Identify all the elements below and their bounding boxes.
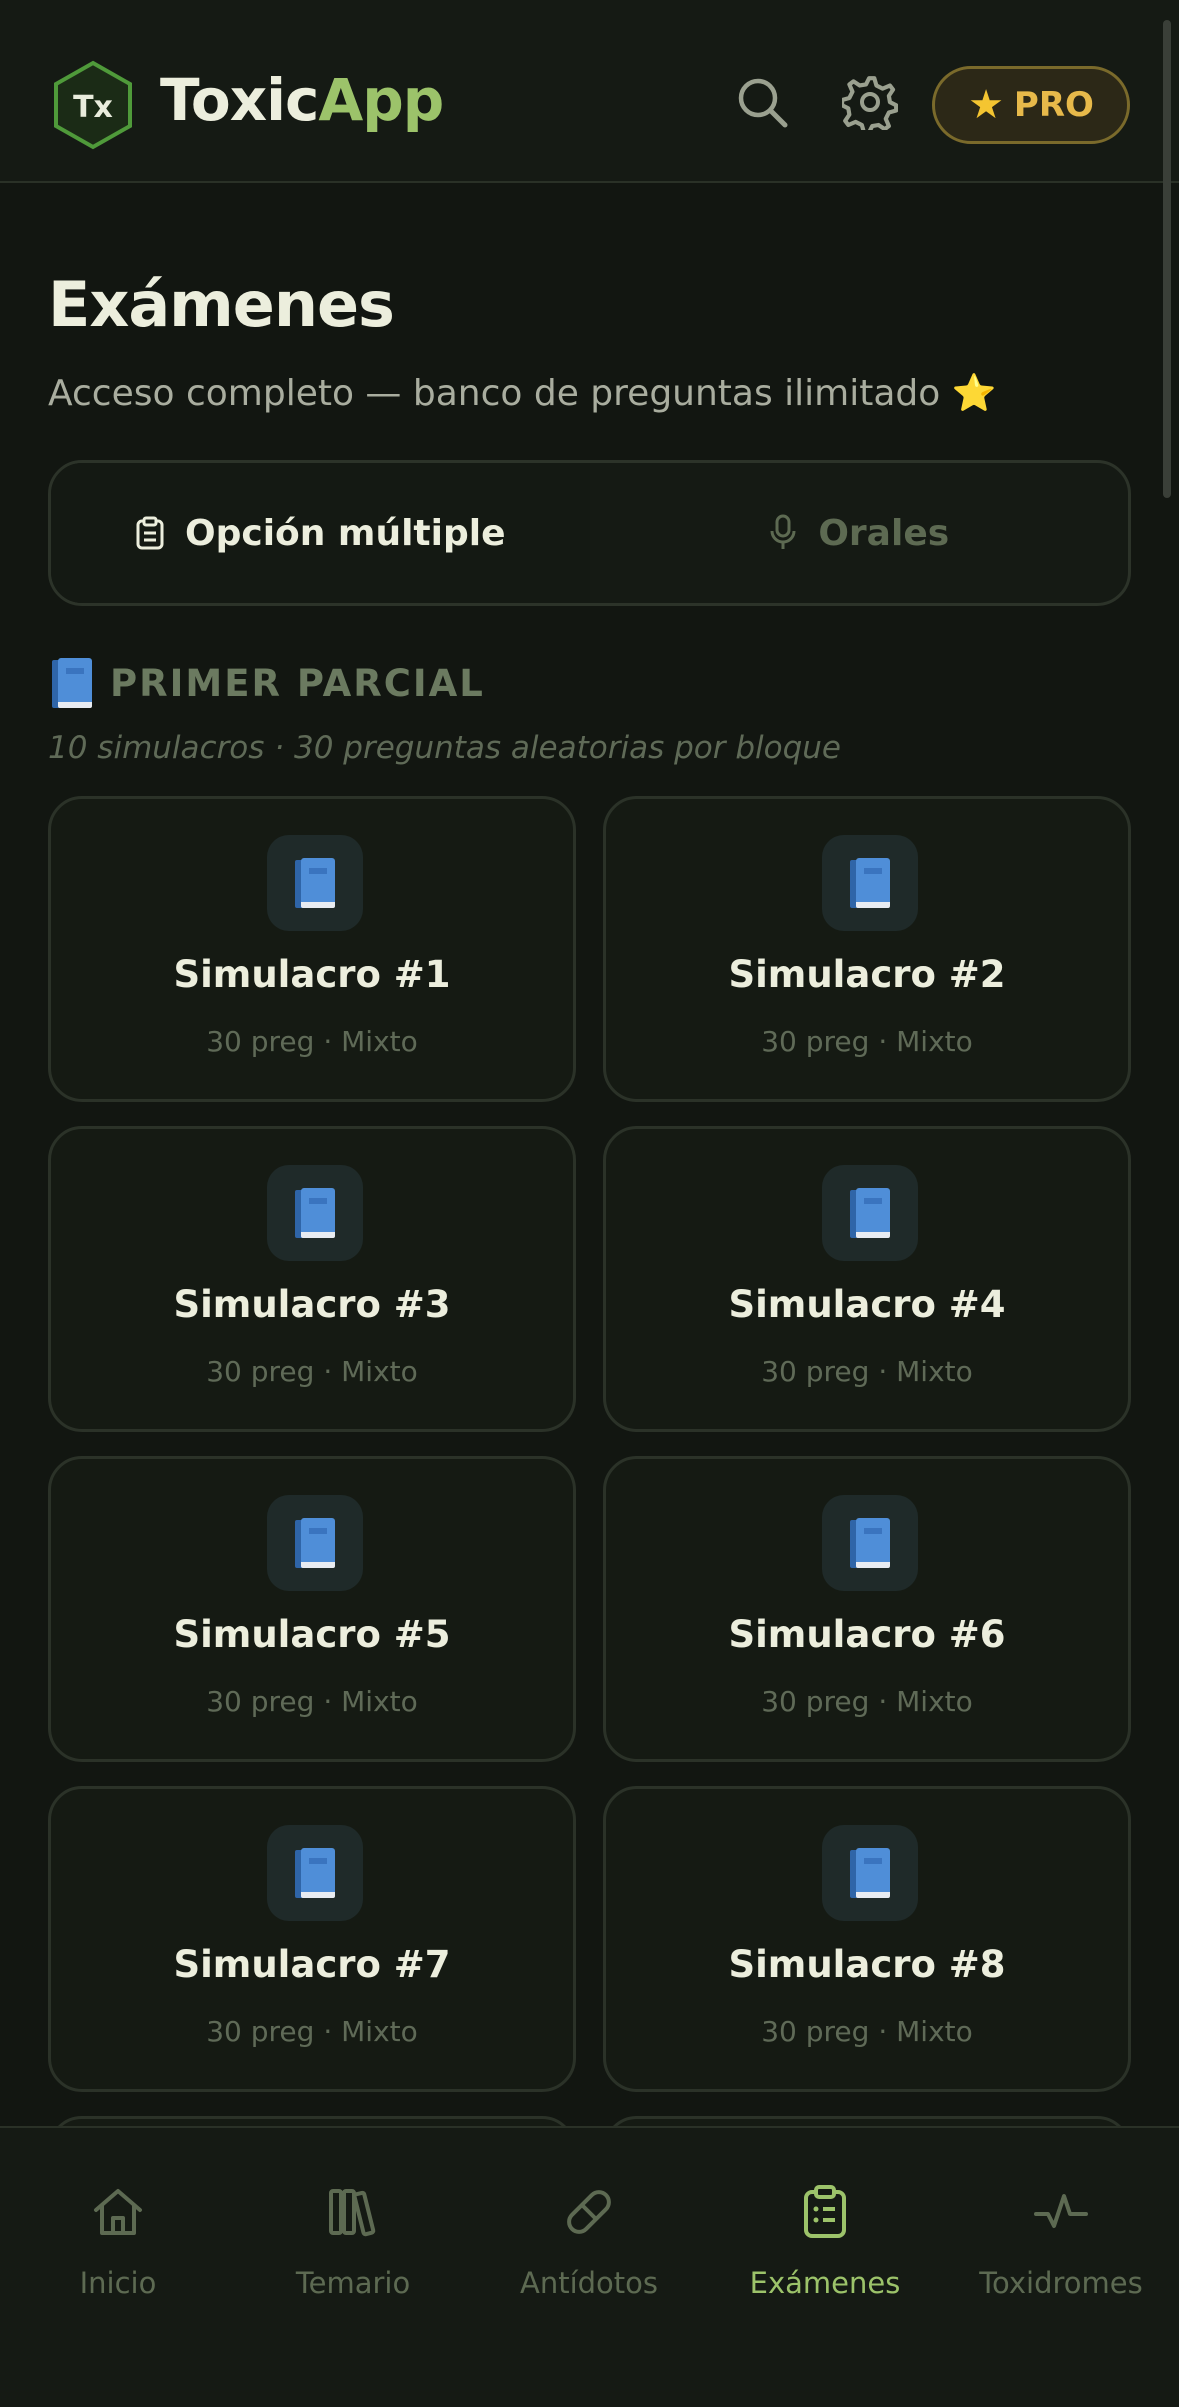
- nav-label: Antídotos: [519, 2266, 659, 2300]
- clipboard-icon: [804, 2185, 846, 2238]
- book-icon: [267, 835, 363, 931]
- app-logo-icon: Tx: [54, 60, 132, 150]
- card-meta: 30 preg · Mixto: [761, 1685, 973, 1718]
- section-title: PRIMER PARCIAL: [110, 661, 485, 705]
- page-subtitle-text: Acceso completo — banco de preguntas ili…: [48, 373, 941, 414]
- section-description: 10 simulacros · 30 preguntas aleatorias …: [48, 730, 841, 766]
- tab-label: Opción múltiple: [184, 512, 506, 554]
- book-icon: [822, 1825, 918, 1921]
- star-icon: ★: [968, 82, 1004, 128]
- pro-label: PRO: [1013, 85, 1094, 125]
- page-title: Exámenes: [48, 268, 395, 341]
- search-icon[interactable]: [734, 74, 790, 130]
- card-title: Simulacro #5: [173, 1613, 451, 1656]
- nav-item-antidotos[interactable]: Antídotos: [471, 2158, 707, 2300]
- simulacro-card[interactable]: Simulacro #1 30 preg · Mixto: [48, 796, 576, 1102]
- microphone-icon: [770, 514, 796, 549]
- book-icon: [822, 835, 918, 931]
- book-icon: [822, 1495, 918, 1591]
- card-title: Simulacro #2: [728, 953, 1006, 996]
- book-icon: [267, 1165, 363, 1261]
- books-icon: [329, 2189, 376, 2237]
- card-meta: 30 preg · Mixto: [206, 1025, 418, 1058]
- nav-label: Exámenes: [749, 2266, 901, 2300]
- book-icon: [267, 1825, 363, 1921]
- section-header: PRIMER PARCIAL: [52, 658, 485, 708]
- simulacro-card[interactable]: Simulacro #3 30 preg · Mixto: [48, 1126, 576, 1432]
- tab-orales[interactable]: Orales: [590, 463, 1129, 603]
- simulacro-card[interactable]: Simulacro #6 30 preg · Mixto: [603, 1456, 1131, 1762]
- card-meta: 30 preg · Mixto: [761, 1355, 973, 1388]
- card-title: Simulacro #4: [728, 1283, 1006, 1326]
- book-icon: [822, 1165, 918, 1261]
- card-meta: 30 preg · Mixto: [761, 1025, 973, 1058]
- nav-item-toxidromes[interactable]: Toxidromes: [943, 2158, 1179, 2300]
- simulacro-card[interactable]: Simulacro #7 30 preg · Mixto: [48, 1786, 576, 2092]
- simulacro-card[interactable]: Simulacro #4 30 preg · Mixto: [603, 1126, 1131, 1432]
- card-title: Simulacro #3: [173, 1283, 451, 1326]
- nav-item-inicio[interactable]: Inicio: [0, 2158, 236, 2300]
- tab-label: Orales: [818, 512, 950, 554]
- card-title: Simulacro #6: [728, 1613, 1006, 1656]
- card-meta: 30 preg · Mixto: [206, 2015, 418, 2048]
- gear-icon[interactable]: [842, 74, 898, 130]
- nav-label: Temario: [295, 2266, 411, 2300]
- nav-item-temario[interactable]: Temario: [235, 2158, 471, 2300]
- book-icon: [267, 1495, 363, 1591]
- pulse-icon: [1034, 2194, 1088, 2228]
- simulacro-card[interactable]: Simulacro #8 30 preg · Mixto: [603, 1786, 1131, 2092]
- card-meta: 30 preg · Mixto: [761, 2015, 973, 2048]
- app-name-part2: App: [318, 66, 444, 134]
- home-icon: [94, 2189, 142, 2235]
- pill-icon: [567, 2190, 611, 2234]
- nav-label: Toxidromes: [979, 2266, 1143, 2300]
- book-icon: [52, 658, 92, 708]
- card-meta: 30 preg · Mixto: [206, 1355, 418, 1388]
- bottom-navigation: Inicio Temario Antídotos Exámenes Toxidr…: [0, 2126, 1179, 2407]
- card-title: Simulacro #8: [728, 1943, 1006, 1986]
- page-subtitle: Acceso completo — banco de preguntas ili…: [48, 372, 997, 414]
- pro-button[interactable]: ★ PRO: [932, 66, 1130, 144]
- app-screen: Tx ToxicApp ★ PRO Exámenes Acceso comple…: [0, 0, 1179, 2407]
- simulacro-card[interactable]: Simulacro #2 30 preg · Mixto: [603, 796, 1131, 1102]
- top-header: Tx ToxicApp ★ PRO: [0, 0, 1179, 183]
- app-name-part1: Toxic: [160, 66, 319, 134]
- exam-type-tabs: Opción múltiple Orales: [48, 460, 1131, 606]
- card-title: Simulacro #1: [173, 953, 451, 996]
- tab-multiple-choice[interactable]: Opción múltiple: [51, 463, 590, 603]
- card-title: Simulacro #7: [173, 1943, 451, 1986]
- nav-item-examenes[interactable]: Exámenes: [707, 2158, 943, 2300]
- scrollbar[interactable]: [1163, 20, 1171, 498]
- card-meta: 30 preg · Mixto: [206, 1685, 418, 1718]
- simulacro-card[interactable]: Simulacro #5 30 preg · Mixto: [48, 1456, 576, 1762]
- star-emoji: ⭐: [951, 373, 997, 414]
- nav-label: Inicio: [79, 2266, 157, 2300]
- svg-text:Tx: Tx: [73, 90, 113, 125]
- clipboard-icon: [136, 516, 164, 550]
- app-name: ToxicApp: [160, 66, 444, 134]
